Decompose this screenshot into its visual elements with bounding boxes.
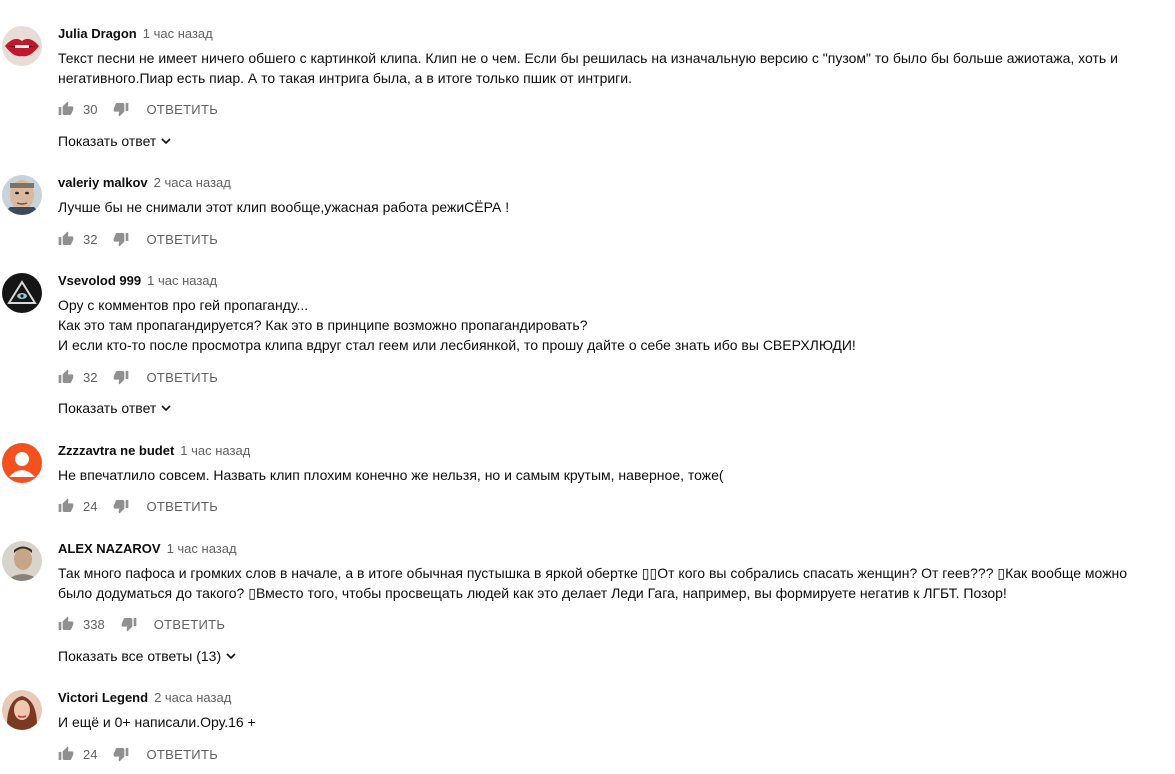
comment-time[interactable]: 1 час назад — [143, 26, 213, 41]
like-button[interactable] — [58, 746, 74, 762]
show-replies-button[interactable]: Показать ответ — [58, 400, 172, 416]
author-avatar[interactable] — [2, 443, 42, 483]
comment-text: И ещё и 0+ написали.Ору.16 + — [58, 714, 256, 730]
comment-author[interactable]: ALEX NAZAROV — [58, 541, 161, 556]
like-button[interactable] — [58, 101, 74, 117]
chevron-down-icon — [161, 405, 172, 411]
comment-time[interactable]: 1 час назад — [180, 443, 250, 458]
comment-actions: 24 ОТВЕТИТЬ — [58, 744, 218, 764]
comment-time[interactable]: 1 час назад — [147, 273, 217, 288]
comment-text: Так много пафоса и громких слов в начале… — [58, 565, 1128, 601]
comment-text: Ору с комментов про гей пропаганду... Ка… — [58, 297, 856, 353]
author-avatar[interactable] — [2, 26, 42, 66]
man-photo-avatar-icon — [2, 541, 42, 581]
dislike-button[interactable] — [121, 616, 137, 632]
dislike-button[interactable] — [113, 746, 129, 762]
reply-button[interactable]: ОТВЕТИТЬ — [146, 370, 218, 385]
default-user-avatar-icon — [2, 443, 42, 483]
comment-author[interactable]: Victori Legend — [58, 690, 148, 705]
like-count: 32 — [83, 369, 98, 385]
comment-time[interactable]: 2 часа назад — [154, 690, 231, 705]
comment-author[interactable]: valeriy malkov — [58, 175, 148, 190]
chevron-down-icon — [161, 138, 172, 144]
thumb-up-icon — [58, 101, 74, 115]
reply-button[interactable]: ОТВЕТИТЬ — [146, 102, 218, 117]
dislike-button[interactable] — [113, 369, 129, 385]
comment-text: Текст песни не имеет ничего обшего с кар… — [58, 50, 1118, 86]
like-button[interactable] — [58, 616, 74, 632]
like-count: 338 — [83, 616, 105, 632]
like-button[interactable] — [58, 369, 74, 385]
comment-time[interactable]: 2 часа назад — [154, 175, 231, 190]
show-replies-button[interactable]: Показать все ответы (13) — [58, 648, 237, 664]
thumb-down-icon — [114, 371, 129, 385]
dislike-button[interactable] — [113, 101, 129, 117]
thumb-down-icon — [114, 748, 129, 762]
show-replies-label: Показать ответ — [58, 400, 157, 416]
thumb-up-icon — [58, 746, 74, 760]
author-avatar[interactable] — [2, 273, 42, 313]
woman-photo-avatar-icon — [2, 690, 42, 730]
reply-button[interactable]: ОТВЕТИТЬ — [154, 617, 226, 632]
comment-text: Не впечатлило совсем. Назвать клип плохи… — [58, 467, 724, 483]
lips-avatar-icon — [2, 26, 42, 66]
triangle-eye-avatar-icon — [2, 273, 42, 313]
comment-actions: 24 ОТВЕТИТЬ — [58, 496, 218, 516]
like-count: 24 — [83, 746, 98, 762]
like-count: 24 — [83, 498, 98, 514]
thumb-up-icon — [58, 616, 74, 630]
reply-button[interactable]: ОТВЕТИТЬ — [146, 499, 218, 514]
chevron-down-icon — [226, 653, 236, 659]
author-avatar[interactable] — [2, 541, 42, 581]
dislike-button[interactable] — [113, 498, 129, 514]
reply-button[interactable]: ОТВЕТИТЬ — [146, 232, 218, 247]
show-replies-button[interactable]: Показать ответ — [58, 133, 172, 149]
comment-author[interactable]: Vsevolod 999 — [58, 273, 141, 288]
like-count: 30 — [83, 101, 98, 117]
thumb-up-icon — [58, 498, 74, 512]
face-avatar-icon — [2, 175, 42, 215]
show-replies-label: Показать ответ — [58, 133, 157, 149]
comment-time[interactable]: 1 час назад — [167, 541, 237, 556]
thumb-down-icon — [121, 618, 137, 632]
show-replies-label: Показать все ответы (13) — [58, 648, 222, 664]
comment-actions: 338 ОТВЕТИТЬ — [58, 614, 225, 634]
comment-actions: 32 ОТВЕТИТЬ — [58, 367, 218, 387]
like-button[interactable] — [58, 231, 74, 247]
reply-button[interactable]: ОТВЕТИТЬ — [146, 747, 218, 762]
comment-author[interactable]: Julia Dragon — [58, 26, 137, 41]
dislike-button[interactable] — [113, 231, 129, 247]
author-avatar[interactable] — [2, 175, 42, 215]
thumb-down-icon — [114, 233, 129, 247]
thumb-up-icon — [58, 369, 74, 383]
thumb-down-icon — [114, 500, 129, 514]
comment-actions: 32 ОТВЕТИТЬ — [58, 229, 218, 249]
author-avatar[interactable] — [2, 690, 42, 730]
comment-author[interactable]: Zzzzavtra ne budet — [58, 443, 174, 458]
thumb-up-icon — [58, 231, 74, 245]
comment-actions: 30 ОТВЕТИТЬ — [58, 99, 218, 119]
thumb-down-icon — [114, 103, 129, 117]
like-button[interactable] — [58, 498, 74, 514]
comment-text: Лучше бы не снимали этот клип вообще,ужа… — [58, 199, 510, 215]
like-count: 32 — [83, 231, 98, 247]
